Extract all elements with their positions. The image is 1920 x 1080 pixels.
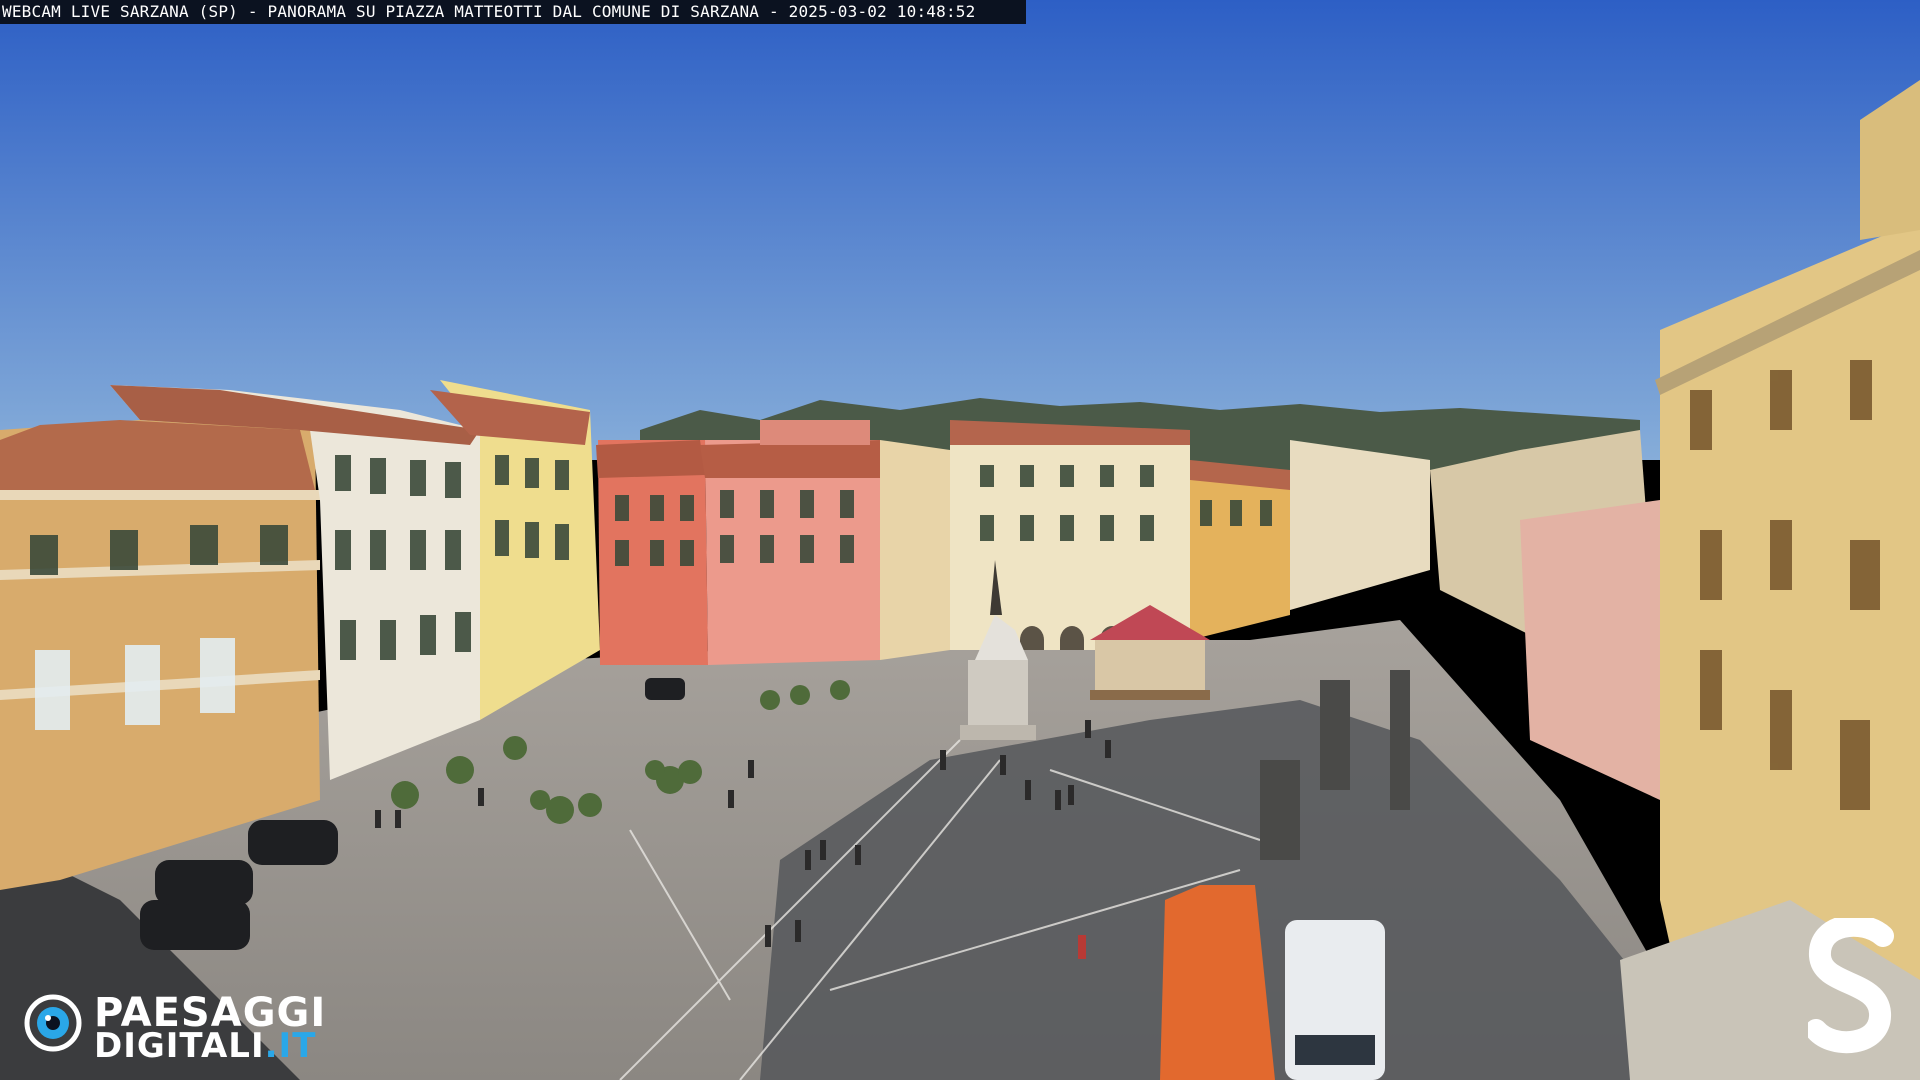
sky <box>0 0 1920 460</box>
building-orange <box>1190 460 1290 640</box>
logo-line-2-suffix: .IT <box>264 1026 317 1066</box>
webcam-caption: WEBCAM LIVE SARZANA (SP) - PANORAMA SU P… <box>0 0 1026 24</box>
logo-line-2: DIGITALI.IT <box>94 1026 316 1066</box>
building-beige <box>880 440 950 660</box>
eye-icon <box>24 994 82 1052</box>
white-van <box>1285 920 1385 1080</box>
paesaggi-digitali-logo: PAESAGGI DIGITALI.IT <box>24 990 344 1066</box>
sarzana-s-logo <box>1808 918 1894 1054</box>
logo-line-2-main: DIGITALI <box>94 1026 265 1066</box>
webcam-frame: WEBCAM LIVE SARZANA (SP) - PANORAMA SU P… <box>0 0 1920 1080</box>
orange-stall <box>1160 885 1275 1080</box>
piazza-scene <box>0 0 1920 1080</box>
